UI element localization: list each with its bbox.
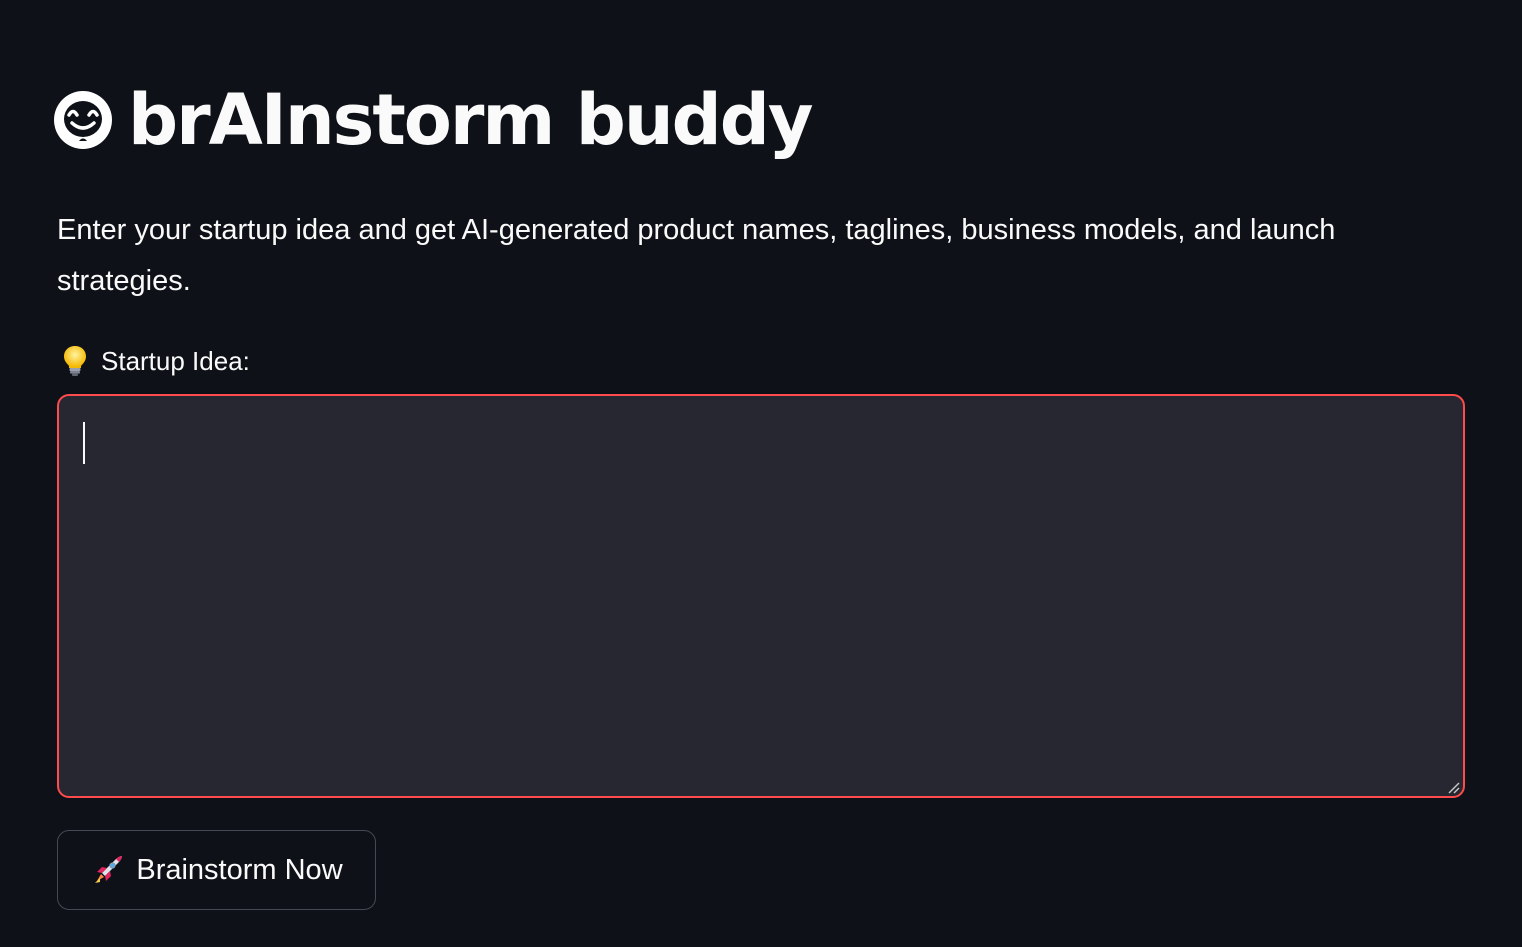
page-title-row: brAInstorm buddy xyxy=(52,74,814,166)
startup-idea-field[interactable] xyxy=(57,394,1465,798)
light-bulb-icon xyxy=(60,344,90,378)
startup-idea-input[interactable] xyxy=(59,396,1463,796)
startup-idea-label: Startup Idea: xyxy=(60,342,250,380)
text-caret xyxy=(83,422,85,464)
startup-idea-label-text: Startup Idea: xyxy=(101,345,250,376)
page-description: Enter your startup idea and get AI-gener… xyxy=(57,214,1336,297)
page-title: brAInstorm buddy xyxy=(128,79,814,161)
brainstorm-now-button-label: Brainstorm Now xyxy=(136,853,343,886)
resize-handle-icon[interactable] xyxy=(1447,780,1461,794)
app-page: brAInstorm buddy Enter your startup idea… xyxy=(0,0,1522,947)
rocket-icon xyxy=(90,852,126,888)
robot-face-icon xyxy=(52,89,114,151)
brainstorm-now-button[interactable]: Brainstorm Now xyxy=(57,830,376,910)
